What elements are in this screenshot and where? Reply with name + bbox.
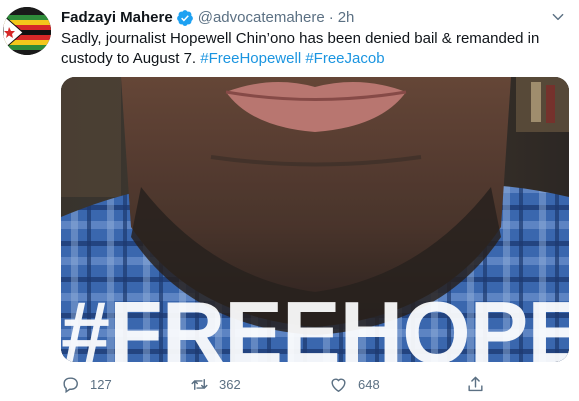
tweet-text: Sadly, journalist Hopewell Chin’ono has … [61, 29, 566, 69]
like-count: 648 [358, 376, 380, 392]
tweet-image[interactable]: #FREEHOPE [61, 77, 569, 362]
timestamp[interactable]: 2h [338, 8, 355, 28]
verified-badge-icon [176, 10, 193, 26]
chevron-down-icon [552, 13, 564, 21]
hashtag-link[interactable]: #FreeJacob [305, 50, 384, 67]
reply-icon [63, 376, 78, 393]
more-options-button[interactable] [547, 8, 569, 26]
retweet-button[interactable]: 362 [190, 372, 241, 396]
like-button[interactable]: 648 [329, 372, 380, 396]
hashtag-link[interactable]: #FreeHopewell [200, 50, 301, 67]
tweet[interactable]: Fadzayi Mahere @advocatemahere · 2h Sadl… [0, 0, 579, 401]
tweet-body-text: Sadly, journalist Hopewell Chin’ono has … [61, 30, 540, 67]
heart-icon [331, 378, 346, 392]
display-name[interactable]: Fadzayi Mahere [61, 8, 173, 28]
action-bar: 127 362 648 [61, 372, 531, 396]
retweet-count: 362 [219, 376, 241, 392]
user-handle[interactable]: @advocatemahere [198, 8, 325, 28]
share-button[interactable] [466, 372, 485, 396]
reply-count: 127 [90, 376, 112, 392]
retweet-icon [191, 378, 208, 390]
portrait-photo [61, 77, 569, 362]
share-icon [468, 376, 483, 391]
separator-dot: · [328, 9, 334, 26]
zimbabwe-flag-avatar-icon [3, 7, 51, 55]
tweet-header: Fadzayi Mahere @advocatemahere · 2h [61, 8, 559, 28]
avatar[interactable] [3, 7, 51, 55]
reply-button[interactable]: 127 [61, 372, 112, 396]
